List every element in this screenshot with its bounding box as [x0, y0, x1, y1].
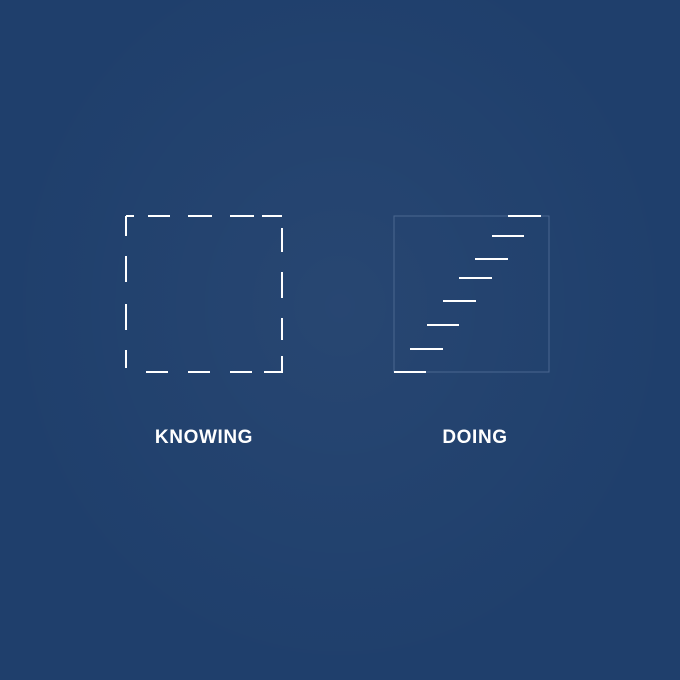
- background: KNOWING DOING: [0, 0, 680, 680]
- knowing-label: KNOWING: [154, 427, 254, 448]
- dashed-square-icon: [125, 215, 283, 373]
- staircase-icon: [394, 215, 541, 373]
- diagram-art: [125, 215, 550, 373]
- doing-label: DOING: [442, 427, 508, 448]
